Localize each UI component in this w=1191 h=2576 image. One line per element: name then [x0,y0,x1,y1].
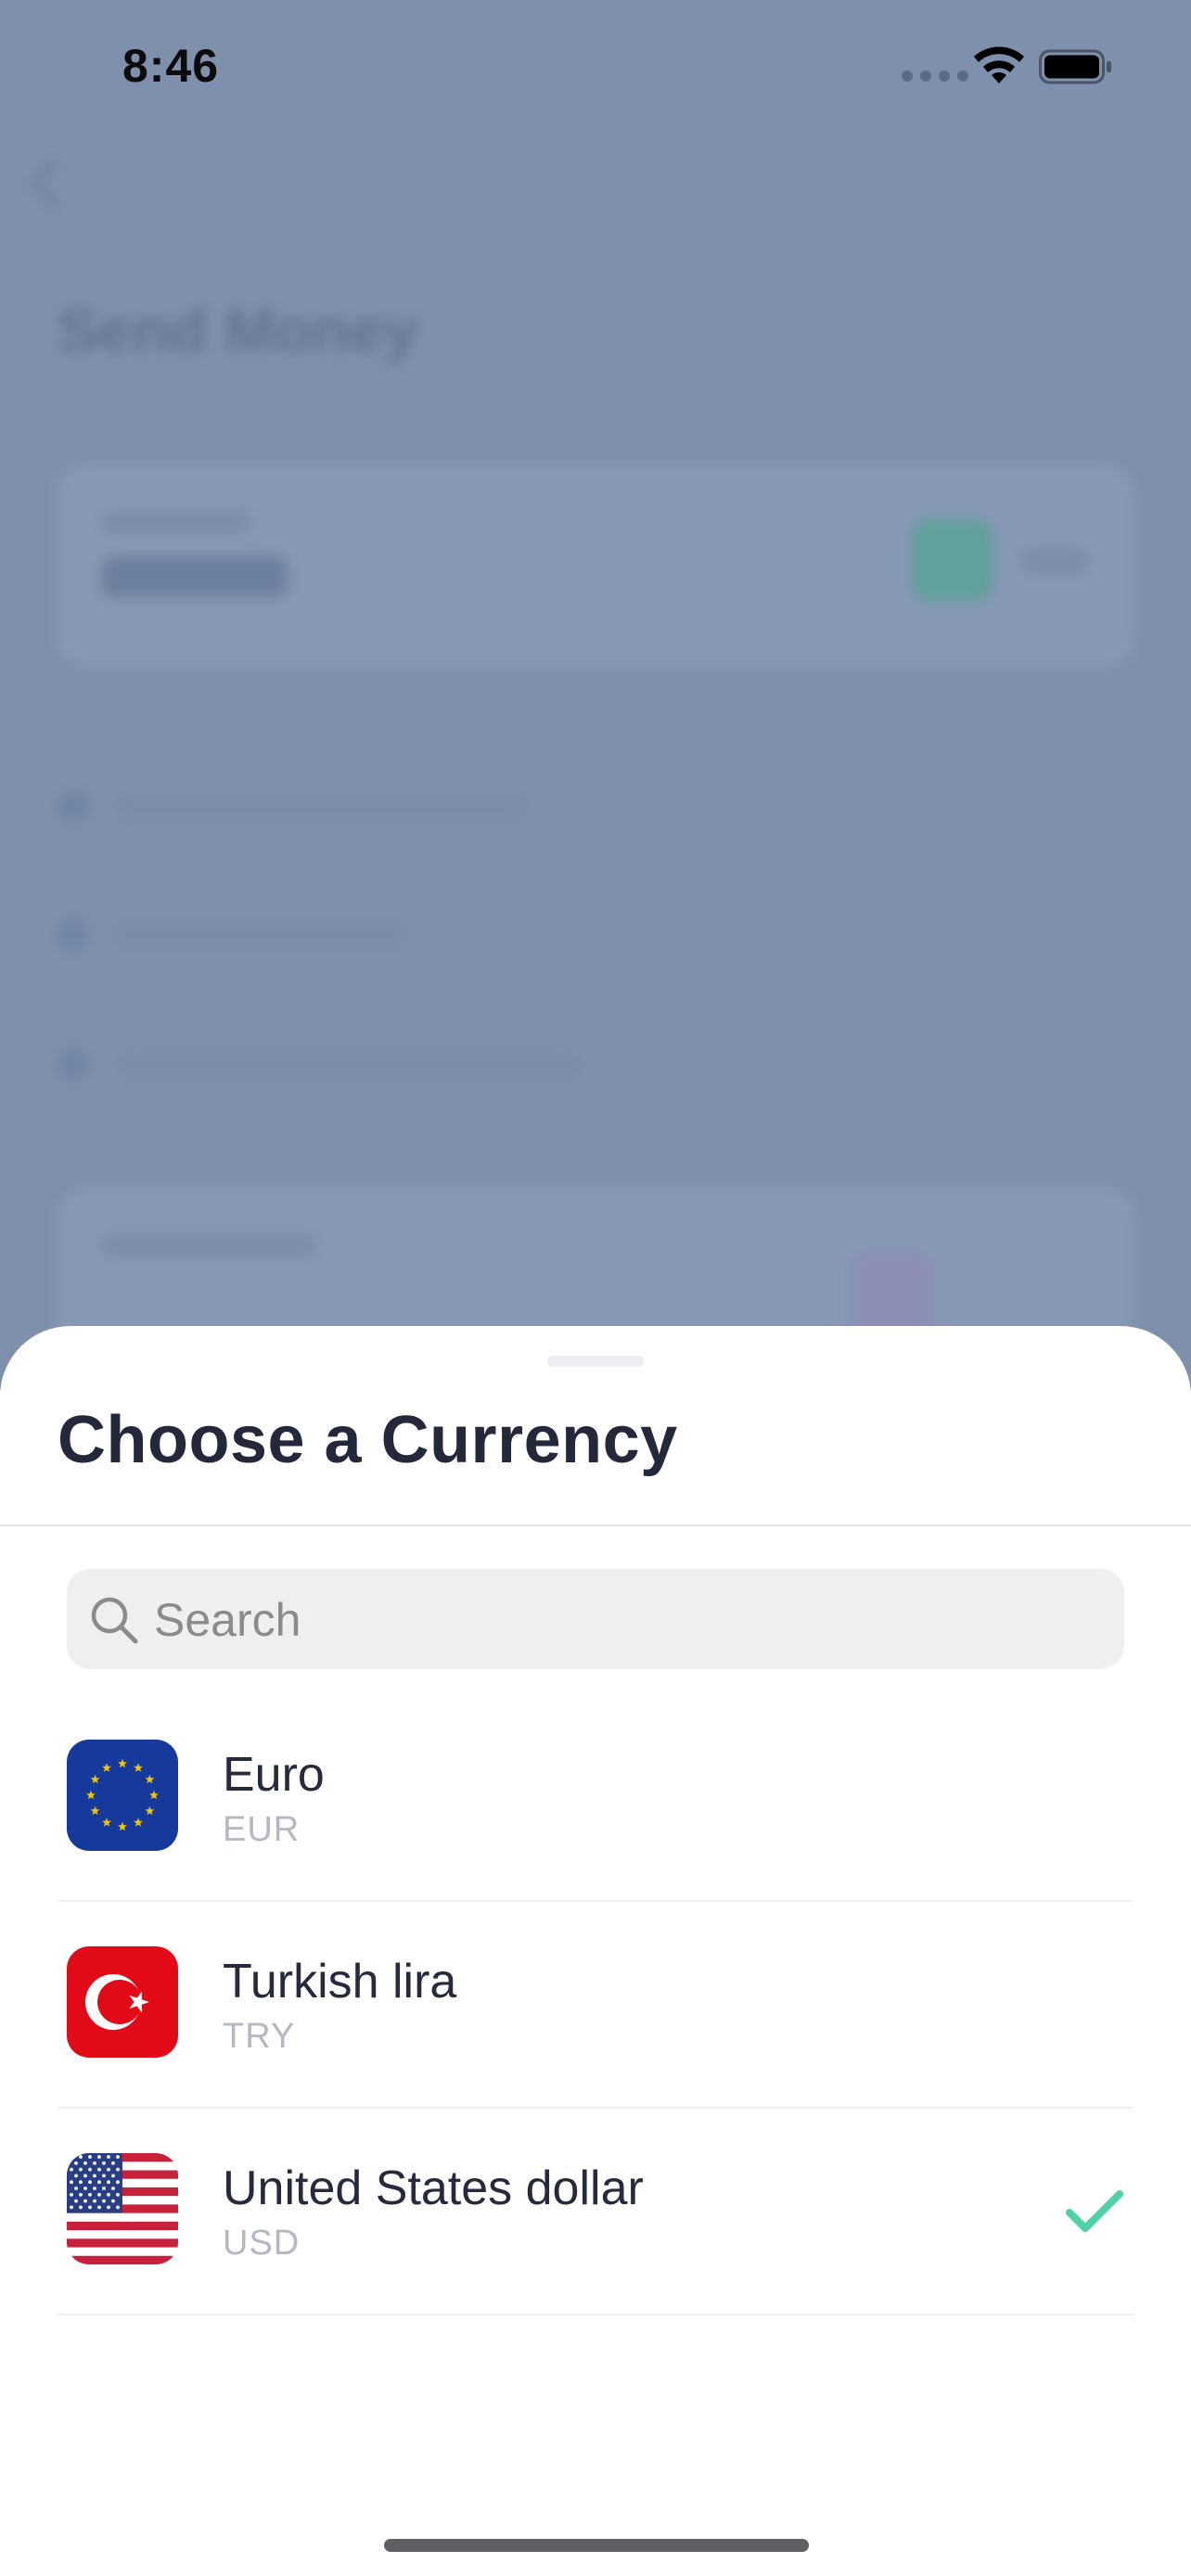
background-currency-chip [852,1252,933,1333]
background-currency-code [1022,549,1087,573]
background-currency-chip [911,519,992,601]
currency-name: Turkish lira [223,1955,457,2009]
currency-item-usd[interactable]: United States dollar USD [0,2109,1191,2315]
currency-item-eur[interactable]: Euro EUR [0,1695,1191,1902]
search-box[interactable] [67,1569,1124,1671]
sheet-grabber[interactable] [547,1356,644,1367]
status-time: 8:46 [122,40,220,92]
search-input[interactable] [152,1569,1102,1671]
background-card-amount [102,556,288,597]
background-blur-layer: Send Money [0,0,1191,1391]
currency-code: TRY [223,2017,296,2056]
background-card-label [102,1235,315,1256]
background-card-label [102,512,250,532]
background-info-row [58,790,525,823]
battery-icon [1039,49,1111,84]
background-info-row [58,918,404,951]
back-chevron-icon [30,159,78,208]
background-info-row [58,1048,581,1081]
background-send-card [58,464,1133,668]
background-screen: Send Money 8:46 [0,0,1191,1391]
home-indicator[interactable] [384,2539,809,2552]
sheet-title: Choose a Currency [58,1403,678,1477]
turkey-flag-icon [67,1946,178,2058]
currency-name: United States dollar [223,2162,644,2215]
signal-icon [902,70,968,82]
currency-name: Euro [223,1748,325,1802]
background-page-title: Send Money [58,296,418,364]
currency-picker-sheet: Choose a Currency Euro EUR [0,1326,1191,2576]
search-icon [91,1597,138,1644]
list-separator [58,2314,1133,2315]
currency-item-try[interactable]: Turkish lira TRY [0,1902,1191,2109]
wifi-icon [974,46,1024,83]
sheet-divider [0,1524,1191,1526]
currency-code: EUR [223,1810,301,1849]
selected-check-icon [1066,2190,1123,2232]
currency-list: Euro EUR Turkish lira TRY United States … [0,1695,1191,2315]
currency-code: USD [223,2224,301,2263]
us-flag-icon [67,2153,178,2264]
eu-flag-icon [67,1740,178,1851]
